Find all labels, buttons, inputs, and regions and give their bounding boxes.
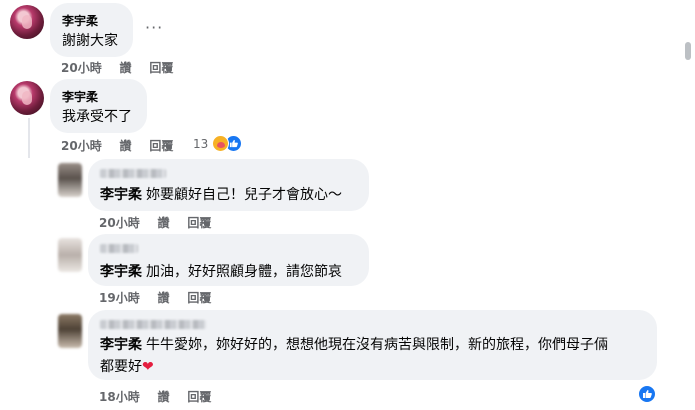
like-button[interactable]: 讚 xyxy=(158,388,170,405)
reply-time[interactable]: 20小時 xyxy=(99,214,140,231)
thread-line xyxy=(28,118,30,158)
like-button[interactable]: 讚 xyxy=(120,137,132,154)
reply-bubble: 李宇柔 牛牛愛妳，妳好好的，想想他現在沒有病苦與限制，新的旅程，你們母子倆 都要好… xyxy=(88,310,657,380)
reply-text: 李宇柔 牛牛愛妳，妳好好的，想想他現在沒有病苦與限制，新的旅程，你們母子倆 xyxy=(100,337,608,353)
mention-tag[interactable]: 李宇柔 xyxy=(100,187,142,203)
reply-time[interactable]: 18小時 xyxy=(99,388,140,405)
reply-actions: 18小時 讚 回覆 xyxy=(99,388,211,405)
comment-time[interactable]: 20小時 xyxy=(61,137,102,154)
comment-bubble: 李宇柔 我承受不了 xyxy=(50,79,147,133)
reaction-count: 13 xyxy=(193,136,209,151)
comment-text: 謝謝大家 xyxy=(62,33,118,49)
reply-actions: 20小時 讚 回覆 xyxy=(99,214,211,231)
more-options-button[interactable]: ··· xyxy=(145,18,163,37)
reply-button[interactable]: 回覆 xyxy=(187,388,211,405)
reply-bubble: 李宇柔 妳要顧好自己！兒子才會放心～ xyxy=(88,159,369,211)
reply-bubble: 李宇柔 加油，好好照顧身體，請您節哀 xyxy=(88,234,369,286)
like-button[interactable]: 讚 xyxy=(158,289,170,306)
redacted-author-name xyxy=(100,320,206,329)
mention-tag[interactable]: 李宇柔 xyxy=(100,264,142,280)
avatar[interactable] xyxy=(10,81,44,115)
avatar[interactable] xyxy=(10,5,44,39)
comment-bubble: 李宇柔 謝謝大家 xyxy=(50,3,133,57)
reaction-summary[interactable]: 13 xyxy=(193,135,243,152)
avatar[interactable] xyxy=(58,314,82,348)
reply-text-continued: 都要好❤ xyxy=(100,359,154,375)
like-button[interactable]: 讚 xyxy=(120,59,132,76)
reply-button[interactable]: 回覆 xyxy=(187,214,211,231)
redacted-author-name xyxy=(100,244,138,253)
comment-author[interactable]: 李宇柔 xyxy=(62,12,98,29)
redacted-author-name xyxy=(100,169,166,178)
comment-text: 我承受不了 xyxy=(62,109,132,125)
scrollbar-thumb[interactable] xyxy=(685,42,691,60)
comment-author[interactable]: 李宇柔 xyxy=(62,88,98,105)
reply-text: 李宇柔 加油，好好照顧身體，請您節哀 xyxy=(100,264,342,280)
comment-actions: 20小時 讚 回覆 xyxy=(61,137,173,154)
avatar[interactable] xyxy=(58,163,82,197)
like-button[interactable]: 讚 xyxy=(158,214,170,231)
like-reaction-icon[interactable] xyxy=(638,385,656,403)
reply-time[interactable]: 19小時 xyxy=(99,289,140,306)
heart-emoji: ❤ xyxy=(142,359,154,375)
reply-button[interactable]: 回覆 xyxy=(149,137,173,154)
reply-button[interactable]: 回覆 xyxy=(149,59,173,76)
comment-time[interactable]: 20小時 xyxy=(61,59,102,76)
reply-button[interactable]: 回覆 xyxy=(187,289,211,306)
reply-actions: 19小時 讚 回覆 xyxy=(99,289,211,306)
comment-actions: 20小時 讚 回覆 xyxy=(61,59,173,76)
avatar[interactable] xyxy=(58,238,82,272)
mention-tag[interactable]: 李宇柔 xyxy=(100,337,142,353)
reply-text: 李宇柔 妳要顧好自己！兒子才會放心～ xyxy=(100,187,342,203)
